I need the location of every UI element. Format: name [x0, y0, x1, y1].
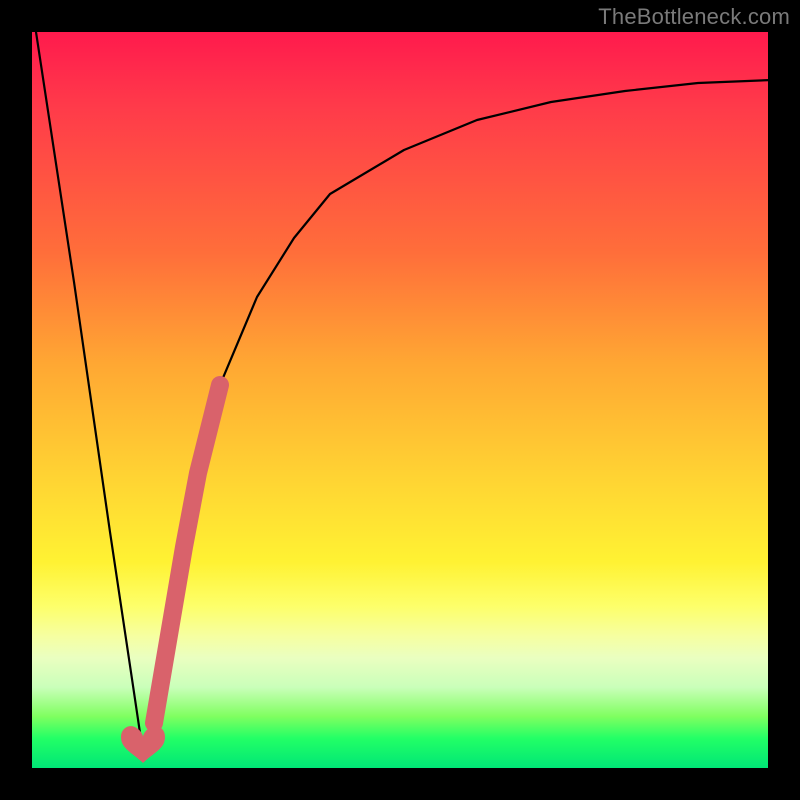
bottleneck-curve — [36, 32, 772, 753]
plot-area — [32, 32, 768, 768]
chart-svg — [32, 32, 768, 768]
heart-icon — [121, 726, 165, 763]
chart-frame: TheBottleneck.com — [0, 0, 800, 800]
watermark-label: TheBottleneck.com — [598, 4, 790, 30]
highlight-segment — [154, 385, 220, 723]
